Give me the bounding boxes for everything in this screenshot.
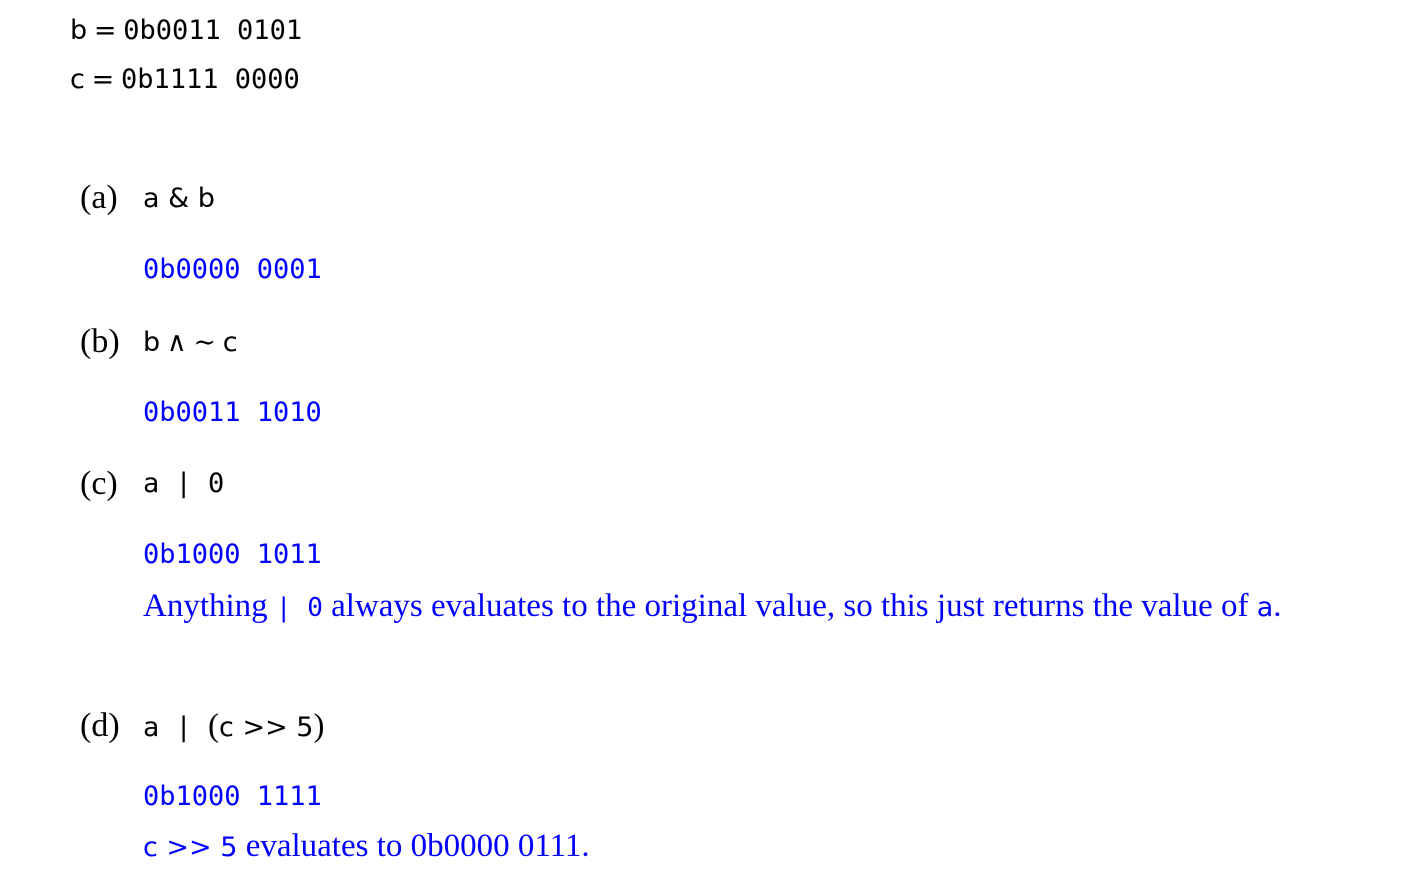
variable-b-line: b = 0b0011 0101: [70, 14, 302, 47]
expr-c: c: [222, 327, 238, 358]
part-c-answer: 0b1000 1011: [143, 539, 322, 570]
explain-text-3: .: [1273, 588, 1282, 624]
expr-b: b: [143, 327, 161, 358]
open-paren: (: [208, 708, 220, 744]
part-a-label: (a): [80, 179, 118, 216]
explain-text-1: Anything: [143, 588, 276, 624]
part-d-expression: a | (c >> 5): [143, 709, 324, 745]
logical-and-symbol: ∧: [166, 327, 187, 358]
variable-name: b: [70, 15, 88, 46]
part-a-answer: 0b0000 0001: [143, 254, 322, 285]
part-c-expression: a | 0: [143, 468, 225, 499]
variable-value: 0b0011 0101: [123, 15, 303, 46]
part-b-label: (b): [80, 323, 120, 360]
explain-text-2: always evaluates to the original value, …: [322, 588, 1257, 624]
expr-shift: c >> 5: [219, 712, 314, 743]
part-d-note: c >> 5 evaluates to 0b0000 0111.: [143, 826, 590, 868]
part-d-answer: 0b1000 1111: [143, 781, 322, 812]
part-b-answer: 0b0011 1010: [143, 397, 322, 428]
variable-name: c: [70, 64, 85, 95]
part-a-expression: a & b: [143, 183, 215, 214]
part-d-label: (d): [80, 707, 120, 744]
variable-value: 0b1111 0000: [120, 64, 300, 95]
equals-sign: =: [93, 15, 117, 46]
variable-c-line: c = 0b1111 0000: [70, 63, 300, 96]
note-text: evaluates to 0b0000 0111.: [237, 828, 590, 864]
note-code: c >> 5: [143, 832, 238, 863]
explain-code: | 0: [275, 593, 323, 623]
part-c-explanation: Anything | 0 always evaluates to the ori…: [143, 582, 1313, 633]
explain-variable: a: [1256, 592, 1274, 623]
equals-sign: =: [91, 64, 115, 95]
part-c-label: (c): [80, 465, 118, 502]
expr-prefix: a |: [143, 712, 209, 743]
close-paren: ): [313, 708, 325, 744]
part-b-expression: b ∧ ∼ c: [143, 325, 238, 360]
tilde-symbol: ∼: [193, 327, 217, 358]
